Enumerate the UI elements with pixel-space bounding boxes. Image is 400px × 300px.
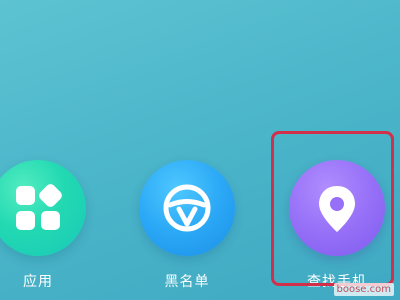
- app-apps-label: 应用: [23, 274, 53, 290]
- app-blacklist-label: 黑名单: [164, 274, 210, 290]
- app-blacklist-icon-circle[interactable]: [139, 160, 235, 256]
- blacklist-icon: [163, 184, 211, 232]
- watermark: boose.com: [333, 283, 394, 296]
- highlight-box: [271, 131, 394, 286]
- apps-grid-icon: [16, 184, 62, 230]
- home-screen: 应用 黑名单 查找手机 boose.com: [0, 0, 400, 300]
- app-apps-icon-circle[interactable]: [0, 160, 86, 256]
